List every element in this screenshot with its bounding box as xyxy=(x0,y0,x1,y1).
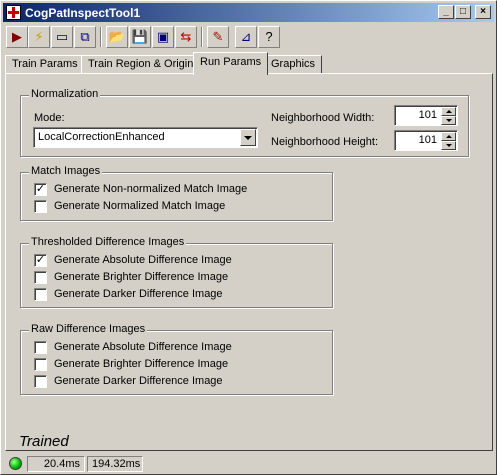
checkbox-label: Generate Darker Difference Image xyxy=(54,375,223,387)
checkbox[interactable] xyxy=(34,375,47,388)
checkbox-label: Generate Brighter Difference Image xyxy=(54,271,229,283)
checkbox-label: Generate Brighter Difference Image xyxy=(54,358,229,370)
image-source-button[interactable]: ▭ xyxy=(51,26,73,48)
checkbox[interactable] xyxy=(34,271,47,284)
toolbar-separator xyxy=(201,27,203,47)
spin-down-icon[interactable] xyxy=(441,116,456,125)
status-led-icon xyxy=(9,457,22,470)
checkbox-label: Generate Normalized Match Image xyxy=(54,200,226,212)
close-button[interactable]: × xyxy=(475,5,491,19)
mode-select[interactable]: LocalCorrectionEnhanced xyxy=(33,127,258,148)
wand-button[interactable]: ⚡ xyxy=(28,26,50,48)
tab-train-params[interactable]: Train Params xyxy=(5,55,85,74)
checkbox-label: Generate Absolute Difference Image xyxy=(54,254,232,266)
tool-state-text: Trained xyxy=(19,433,69,450)
save-button[interactable]: 💾 xyxy=(129,26,151,48)
toolbar-separator xyxy=(100,27,102,47)
title-bar[interactable]: CogPatInspectTool1 _ □ × xyxy=(3,3,494,22)
thresholded-difference-legend: Thresholded Difference Images xyxy=(29,236,187,248)
wand-icon: ⚡ xyxy=(34,29,44,44)
reset-button[interactable]: ⇆ xyxy=(175,26,197,48)
mode-label: Mode: xyxy=(34,112,65,124)
normalization-group: Normalization Mode: LocalCorrectionEnhan… xyxy=(20,88,469,157)
maximize-button[interactable]: □ xyxy=(455,5,471,19)
display-icon: ⊿ xyxy=(240,29,252,44)
neighborhood-width-value: 101 xyxy=(418,109,437,121)
checkbox-label: Generate Darker Difference Image xyxy=(54,288,223,300)
run-icon: ▶ xyxy=(12,29,22,44)
tab-graphics[interactable]: Graphics xyxy=(264,55,323,74)
image-source-icon: ▭ xyxy=(55,29,69,44)
spin-down-icon[interactable] xyxy=(441,141,456,150)
open-folder-icon: 📂 xyxy=(108,29,126,44)
match-images-legend: Match Images xyxy=(29,165,103,177)
mode-value: LocalCorrectionEnhanced xyxy=(38,131,165,143)
checkbox[interactable] xyxy=(34,358,47,371)
minimize-button[interactable]: _ xyxy=(438,5,454,19)
spin-up-icon[interactable] xyxy=(441,132,456,141)
switch-window-button[interactable]: ⧉ xyxy=(74,26,96,48)
checkbox[interactable] xyxy=(34,341,47,354)
app-icon[interactable] xyxy=(6,5,21,20)
run-time-2: 194.32ms xyxy=(87,456,143,472)
train-icon: ✎ xyxy=(212,29,224,44)
run-time-1: 20.4ms xyxy=(27,456,85,472)
tab-strip: Train Params Train Region & Origin Run P… xyxy=(5,52,494,75)
checkbox[interactable] xyxy=(34,200,47,213)
save-icon: 💾 xyxy=(131,29,149,44)
help-button[interactable]: ? xyxy=(258,26,280,48)
open-button[interactable]: 📂 xyxy=(106,26,128,48)
help-icon: ? xyxy=(265,29,273,44)
toolbar: ▶ ⚡ ▭ ⧉ 📂 💾 ▣ ⇆ ✎ ⊿ ? xyxy=(3,24,494,50)
window-title: CogPatInspectTool1 xyxy=(25,6,141,20)
checkbox[interactable] xyxy=(34,288,47,301)
neighborhood-height-input[interactable]: 101 xyxy=(394,130,458,151)
save-as-button[interactable]: ▣ xyxy=(152,26,174,48)
neighborhood-height-label: Neighborhood Height: xyxy=(271,136,379,148)
checkbox-label: Generate Absolute Difference Image xyxy=(54,341,232,353)
status-bar: 20.4ms 194.32ms xyxy=(3,455,494,473)
neighborhood-width-input[interactable]: 101 xyxy=(394,105,458,126)
train-button[interactable]: ✎ xyxy=(207,26,229,48)
normalization-legend: Normalization xyxy=(29,88,101,100)
raw-difference-group: Raw Difference Images Generate Absolute … xyxy=(20,323,333,395)
match-images-group: Match Images ✓ Generate Non-normalized M… xyxy=(20,165,333,221)
run-params-panel: Normalization Mode: LocalCorrectionEnhan… xyxy=(5,73,493,451)
app-window: CogPatInspectTool1 _ □ × ▶ ⚡ ▭ ⧉ 📂 💾 ▣ ⇆… xyxy=(0,0,497,475)
tab-train-region-origin[interactable]: Train Region & Origin xyxy=(81,55,201,74)
run-button[interactable]: ▶ xyxy=(6,26,28,48)
checkbox[interactable]: ✓ xyxy=(34,254,47,267)
switch-window-icon: ⧉ xyxy=(80,29,90,44)
checkbox-label: Generate Non-normalized Match Image xyxy=(54,183,248,195)
display-button[interactable]: ⊿ xyxy=(235,26,257,48)
neighborhood-width-label: Neighborhood Width: xyxy=(271,112,375,124)
neighborhood-height-value: 101 xyxy=(418,134,437,146)
reset-icon: ⇆ xyxy=(180,29,192,44)
raw-difference-legend: Raw Difference Images xyxy=(29,323,148,335)
save-as-icon: ▣ xyxy=(156,29,170,44)
thresholded-difference-group: Thresholded Difference Images ✓ Generate… xyxy=(20,236,333,308)
spin-up-icon[interactable] xyxy=(441,107,456,116)
tab-run-params[interactable]: Run Params xyxy=(193,52,269,75)
chevron-down-icon[interactable] xyxy=(240,129,256,146)
checkbox[interactable]: ✓ xyxy=(34,183,47,196)
